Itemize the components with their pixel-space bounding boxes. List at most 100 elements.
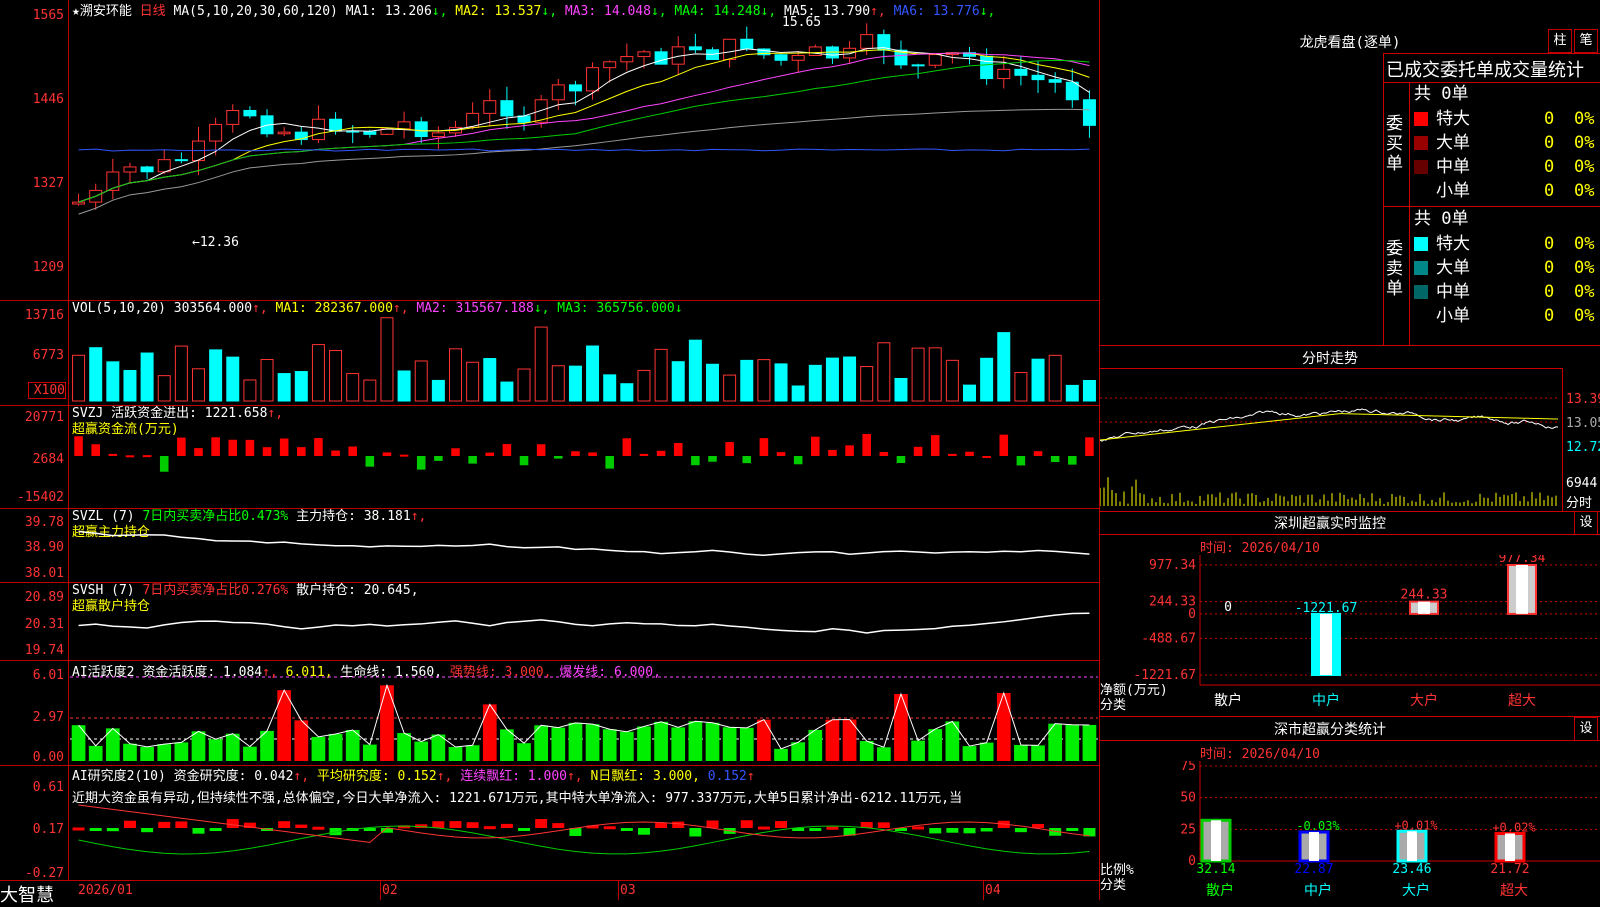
- active-bar: [243, 746, 257, 761]
- volume-bar: [449, 348, 462, 402]
- research-bar: [775, 821, 788, 828]
- ai-active-tick: 0.00: [32, 750, 64, 765]
- volume-bars[interactable]: [70, 315, 1098, 403]
- svzj-tick: 2684: [32, 452, 64, 467]
- classify-value: 21.72: [1490, 862, 1529, 877]
- svsh-line[interactable]: [70, 583, 1098, 659]
- vol-title: VOL(5,10,20): [72, 301, 166, 316]
- research-bar: [72, 827, 85, 831]
- research-bar: [158, 821, 171, 828]
- intraday-tick: 13.05: [1566, 416, 1600, 431]
- active-bar: [637, 726, 651, 761]
- volume-bar: [928, 347, 942, 402]
- volume-bar: [243, 379, 257, 402]
- active-bar: [482, 704, 497, 761]
- volume-bar: [843, 356, 857, 402]
- active-bar: [311, 736, 326, 761]
- svzj-bars[interactable]: [70, 406, 1098, 506]
- research-bar: [106, 828, 119, 832]
- volume-bar: [277, 373, 291, 402]
- bar-toggle-button[interactable]: 柱: [1548, 29, 1572, 53]
- flow-bar: [759, 438, 769, 456]
- flow-bar: [811, 436, 820, 456]
- flow-bar: [656, 450, 666, 456]
- research-bar: [483, 826, 496, 830]
- volume-bar: [791, 385, 805, 402]
- flow-bar: [742, 456, 752, 464]
- flow-bar: [365, 456, 375, 467]
- candle: [774, 54, 788, 61]
- candle: [791, 54, 805, 61]
- classify-chart[interactable]: 75 50 25 0 32.14 散户 -0.03% 22.87 中户 +0.01% 23.46 大…: [1100, 761, 1600, 901]
- order-row-特大: 特大 0 0%: [1414, 232, 1598, 256]
- research-bar: [980, 828, 993, 832]
- monitor-chart[interactable]: 977.34244.330-488.67-1221.67 0散户-1221.67…: [1100, 555, 1600, 715]
- active-bar: [654, 721, 668, 761]
- volume-bar: [106, 361, 120, 402]
- flow-bar: [108, 453, 118, 456]
- intraday-chart[interactable]: [1100, 370, 1560, 508]
- candle: [363, 131, 377, 135]
- research-bar: [1032, 823, 1045, 828]
- order-row-中单: 中单 0 0%: [1414, 155, 1598, 179]
- active-bar: [962, 746, 977, 761]
- research-bar: [637, 828, 650, 835]
- flow-bar: [554, 456, 563, 459]
- volume-bar: [894, 377, 908, 402]
- dragon-panel: 龙虎看盘(逐单) 柱 笔 已成交委托单成交量统计 委买单 委卖单 共 0单 特大…: [1100, 0, 1600, 346]
- flow-bar: [451, 448, 460, 456]
- main-chart-area[interactable]: ★溯安环能 日线 MA(5,10,20,30,60,120) MA1: 13.2…: [0, 0, 1100, 906]
- volume-bar: [534, 326, 548, 402]
- active-bar: [979, 742, 994, 761]
- svzl-line[interactable]: [70, 509, 1098, 581]
- price-candles[interactable]: 15.65 ←12.36: [70, 14, 1098, 298]
- active-bar: [517, 743, 531, 761]
- flow-bar: [262, 447, 272, 456]
- research-bar: [500, 823, 513, 828]
- volume-bar: [620, 383, 634, 402]
- volume-bar: [363, 379, 377, 402]
- candle: [431, 132, 445, 138]
- ai-research-tick: -0.27: [24, 866, 64, 881]
- intraday-tick: 6944: [1566, 476, 1598, 491]
- volume-bar: [1048, 354, 1062, 402]
- flow-bar: [622, 438, 632, 456]
- ai-research-avg: 平均研究度: 0.152: [316, 769, 437, 784]
- volume-bar: [466, 361, 480, 402]
- volume-bar: [1082, 380, 1096, 402]
- classify-value: 32.14: [1196, 862, 1235, 877]
- active-bar: [825, 719, 840, 761]
- tick-toggle-button[interactable]: 笔: [1574, 29, 1598, 53]
- flow-bar: [913, 446, 923, 456]
- monitor-settings-button[interactable]: 设: [1574, 511, 1598, 535]
- vol-ma2: MA2: 315567.188: [416, 301, 534, 316]
- intraday-title: 分时走势: [1302, 351, 1358, 367]
- ai-active-bars[interactable]: [70, 661, 1098, 764]
- monitor-value: 977.34: [1499, 555, 1546, 566]
- ai-research-bars[interactable]: [70, 800, 1098, 878]
- order-percent: 0%: [1574, 282, 1595, 302]
- color-swatch: [1414, 309, 1428, 323]
- research-bar: [946, 828, 959, 833]
- order-row-大单: 大单 0 0%: [1414, 256, 1598, 280]
- research-bar: [175, 821, 188, 828]
- classify-settings-button[interactable]: 设: [1574, 717, 1598, 741]
- candle: [277, 131, 291, 135]
- candle: [1082, 99, 1096, 126]
- candle: [551, 84, 565, 101]
- low-marker: ←12.36: [192, 235, 239, 250]
- volume-bar: [551, 365, 565, 402]
- color-swatch: [1414, 237, 1428, 251]
- candle: [654, 51, 668, 65]
- classify-category: 超大: [1500, 883, 1528, 899]
- svzl-tick: 38.01: [24, 566, 64, 581]
- volume-bar: [431, 379, 445, 402]
- volume-bar: [586, 345, 600, 402]
- intraday-panel[interactable]: 分时走势 13.39 13.05 12.72 6944 分时: [1100, 345, 1600, 512]
- research-bar: [141, 828, 154, 833]
- flow-bar: [828, 449, 837, 456]
- candle: [1014, 68, 1028, 76]
- monitor-tick: 977.34: [1149, 558, 1196, 573]
- monitor-time: 时间: 2026/04/10: [1200, 541, 1320, 556]
- volume-bar: [860, 366, 874, 402]
